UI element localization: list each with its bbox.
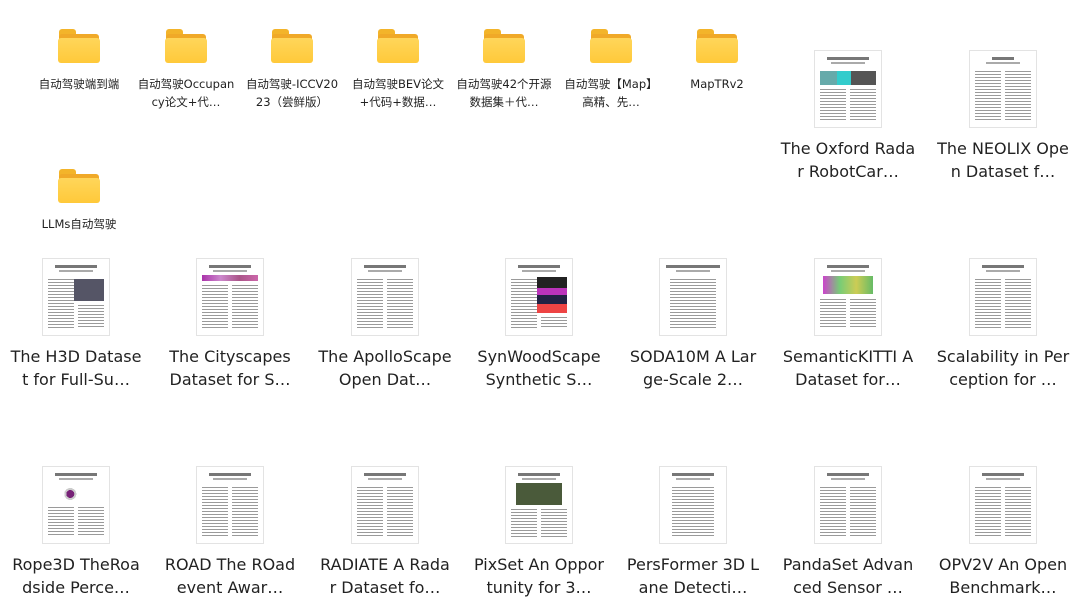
pdf-thumbnail-icon — [197, 467, 263, 543]
pdf-thumbnail-icon — [970, 259, 1036, 335]
pdf-file-item[interactable]: PixSet An Opportunity for 3… — [469, 467, 609, 599]
pdf-file-label: The NEOLIX Open Dataset f… — [937, 139, 1069, 181]
pdf-file-item[interactable]: PersFormer 3D Lane Detecti… — [623, 467, 763, 599]
pdf-thumbnail-icon — [506, 259, 572, 335]
pdf-file-item[interactable]: SemanticKITTI A Dataset for… — [778, 259, 918, 391]
pdf-file-item[interactable]: The H3D Dataset for Full-Su… — [6, 259, 146, 391]
folder-item[interactable]: 自动驾驶-ICCV2023（尝鲜版） — [243, 29, 341, 111]
folder-item[interactable]: LLMs自动驾驶 — [30, 169, 128, 233]
pdf-file-label: RADIATE A Radar Dataset fo… — [320, 555, 450, 597]
pdf-file-item[interactable]: The NEOLIX Open Dataset f… — [933, 51, 1073, 183]
folder-label: LLMs自动驾驶 — [41, 217, 117, 231]
pdf-thumbnail-icon — [197, 259, 263, 335]
pdf-file-label: SemanticKITTI A Dataset for… — [782, 347, 914, 389]
folder-item[interactable]: 自动驾驶【Map】高精、先… — [562, 29, 660, 111]
pdf-file-label: The Cityscapes Dataset for S… — [169, 347, 291, 389]
pdf-file-label: PixSet An Opportunity for 3… — [473, 555, 604, 597]
pdf-file-item[interactable]: RADIATE A Radar Dataset fo… — [315, 467, 455, 599]
pdf-thumbnail-icon — [506, 467, 572, 543]
pdf-file-label: SODA10M A Large-Scale 2… — [629, 347, 757, 389]
pdf-file-item[interactable]: The Cityscapes Dataset for S… — [160, 259, 300, 391]
pdf-thumbnail-icon — [660, 467, 726, 543]
folder-icon — [483, 29, 525, 63]
folder-item[interactable]: 自动驾驶端到端 — [30, 29, 128, 93]
pdf-file-label: The H3D Dataset for Full-Su… — [10, 347, 142, 389]
pdf-thumbnail-icon — [815, 259, 881, 335]
pdf-file-label: The ApolloScape Open Dat… — [318, 347, 452, 389]
pdf-file-item[interactable]: SynWoodScape Synthetic S… — [469, 259, 609, 391]
pdf-thumbnail-icon — [815, 467, 881, 543]
pdf-thumbnail-icon — [970, 51, 1036, 127]
folder-item[interactable]: 自动驾驶Occupancy论文+代… — [137, 29, 235, 111]
pdf-thumbnail-icon — [352, 467, 418, 543]
folder-label: 自动驾驶Occupancy论文+代… — [137, 77, 235, 109]
pdf-file-item[interactable]: The Oxford Radar RobotCar… — [778, 51, 918, 183]
pdf-file-label: Scalability in Perception for … — [936, 347, 1070, 389]
pdf-file-label: PersFormer 3D Lane Detecti… — [626, 555, 760, 597]
folder-label: 自动驾驶-ICCV2023（尝鲜版） — [245, 77, 339, 109]
folder-label: 自动驾驶BEV论文+代码+数据… — [351, 77, 445, 109]
pdf-thumbnail-icon — [43, 259, 109, 335]
folder-label: MapTRv2 — [690, 77, 744, 91]
pdf-file-item[interactable]: Rope3D TheRoadside Perce… — [6, 467, 146, 599]
folder-icon — [590, 29, 632, 63]
pdf-thumbnail-icon — [970, 467, 1036, 543]
folder-item[interactable]: 自动驾驶BEV论文+代码+数据… — [349, 29, 447, 111]
folder-item[interactable]: 自动驾驶42个开源数据集＋代… — [455, 29, 553, 111]
pdf-file-item[interactable]: ROAD The ROad event Awar… — [160, 467, 300, 599]
folder-icon — [377, 29, 419, 63]
pdf-file-label: Rope3D TheRoadside Perce… — [12, 555, 140, 597]
pdf-file-item[interactable]: SODA10M A Large-Scale 2… — [623, 259, 763, 391]
pdf-file-label: SynWoodScape Synthetic S… — [477, 347, 601, 389]
pdf-thumbnail-icon — [660, 259, 726, 335]
pdf-thumbnail-icon — [815, 51, 881, 127]
pdf-file-item[interactable]: Scalability in Perception for … — [933, 259, 1073, 391]
pdf-file-item[interactable]: OPV2V An Open Benchmark… — [933, 467, 1073, 599]
pdf-file-label: PandaSet Advanced Sensor … — [782, 555, 914, 597]
pdf-file-label: The Oxford Radar RobotCar… — [780, 139, 916, 181]
folder-icon — [165, 29, 207, 63]
pdf-file-item[interactable]: The ApolloScape Open Dat… — [315, 259, 455, 391]
pdf-thumbnail-icon — [43, 467, 109, 543]
folder-label: 自动驾驶42个开源数据集＋代… — [456, 77, 552, 109]
folder-icon — [696, 29, 738, 63]
pdf-file-label: OPV2V An Open Benchmark… — [938, 555, 1068, 597]
pdf-thumbnail-icon — [352, 259, 418, 335]
folder-icon — [58, 29, 100, 63]
folder-label: 自动驾驶【Map】高精、先… — [564, 77, 658, 109]
folder-icon — [271, 29, 313, 63]
folder-item[interactable]: MapTRv2 — [668, 29, 766, 93]
pdf-file-item[interactable]: PandaSet Advanced Sensor … — [778, 467, 918, 599]
folder-icon — [58, 169, 100, 203]
folder-label: 自动驾驶端到端 — [38, 77, 120, 91]
pdf-file-label: ROAD The ROad event Awar… — [164, 555, 296, 597]
